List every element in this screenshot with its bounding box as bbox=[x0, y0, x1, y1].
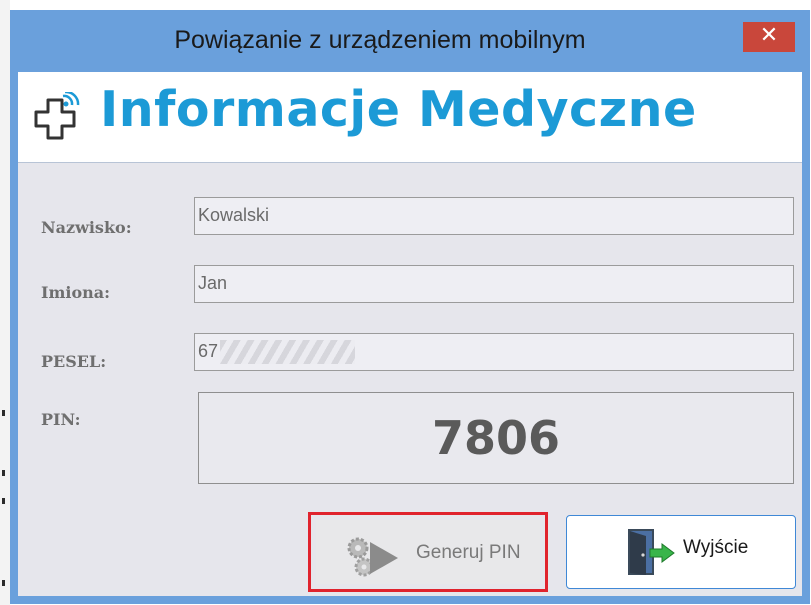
generate-pin-button-face: Generuj PIN bbox=[316, 520, 540, 584]
dialog-body: Informacje Medyczne Nazwisko: Kowalski I… bbox=[18, 72, 802, 596]
background-window-edge bbox=[0, 0, 10, 605]
pesel-value: 67 bbox=[198, 341, 219, 361]
pin-label: PIN: bbox=[41, 410, 81, 429]
generate-pin-button[interactable]: Generuj PIN bbox=[308, 512, 548, 592]
medical-cross-icon bbox=[34, 92, 80, 140]
first-names-field[interactable]: Jan bbox=[194, 265, 794, 303]
dialog-window: Powiązanie z urządzeniem mobilnym ✕ Info… bbox=[10, 10, 810, 604]
app-title: Informacje Medyczne bbox=[100, 81, 697, 138]
edge-mark bbox=[2, 470, 5, 476]
pesel-label: PESEL: bbox=[41, 352, 107, 371]
exit-door-icon bbox=[628, 529, 675, 575]
edge-mark bbox=[2, 580, 5, 586]
window-title: Powiązanie z urządzeniem mobilnym bbox=[174, 26, 586, 54]
redaction-blur bbox=[220, 340, 356, 365]
exit-label: Wyjście bbox=[683, 537, 749, 558]
first-names-label: Imiona: bbox=[41, 283, 111, 302]
exit-button[interactable]: Wyjście bbox=[566, 515, 796, 589]
surname-label: Nazwisko: bbox=[41, 218, 132, 237]
app-banner: Informacje Medyczne bbox=[18, 72, 802, 163]
edge-mark bbox=[2, 410, 5, 416]
surname-field[interactable]: Kowalski bbox=[194, 197, 794, 235]
close-button[interactable]: ✕ bbox=[743, 22, 795, 52]
pesel-field[interactable]: 67 bbox=[194, 333, 794, 371]
close-icon: ✕ bbox=[759, 23, 779, 48]
edge-mark bbox=[2, 498, 5, 504]
pin-display: 7806 bbox=[198, 392, 794, 484]
title-bar[interactable]: Powiązanie z urządzeniem mobilnym ✕ bbox=[10, 10, 810, 72]
generate-pin-label: Generuj PIN bbox=[416, 542, 521, 563]
play-gears-icon bbox=[347, 537, 398, 577]
